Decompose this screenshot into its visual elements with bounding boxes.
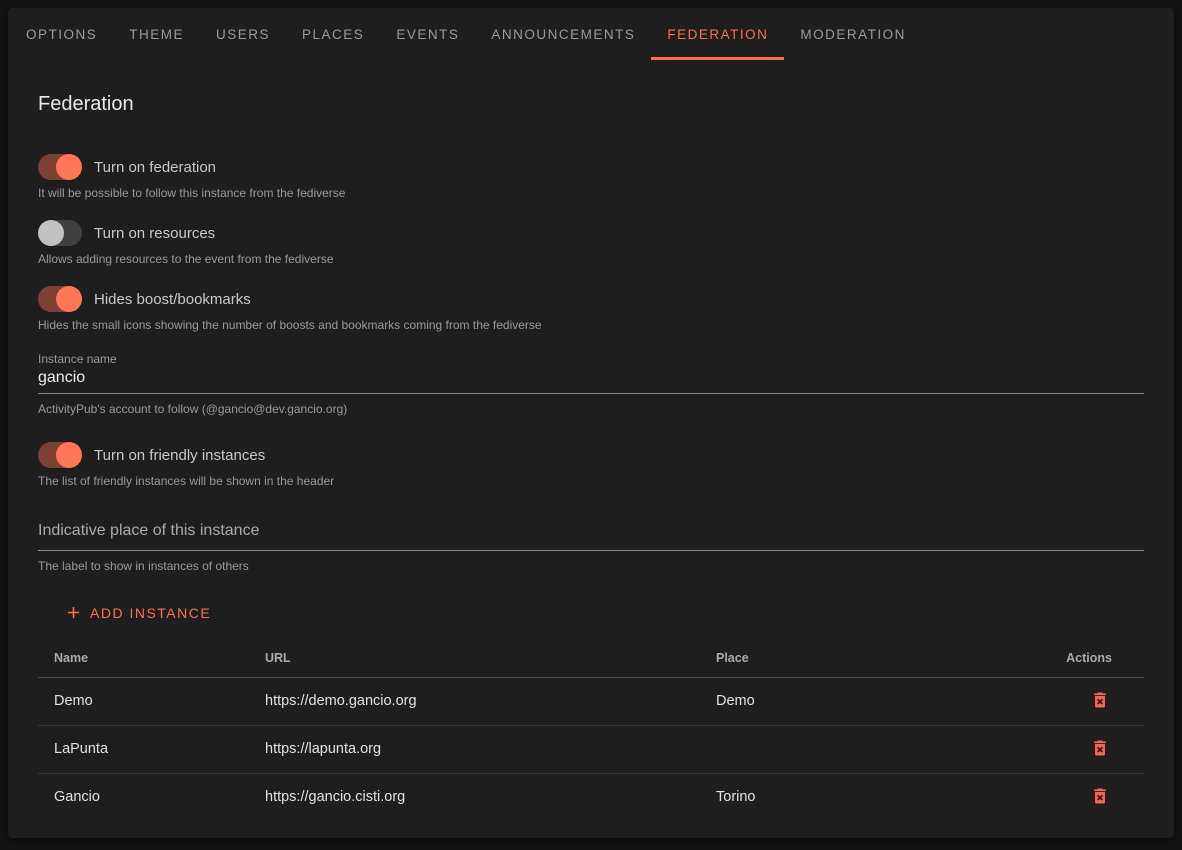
table-row: Demo https://demo.gancio.org Demo: [38, 677, 1144, 725]
boost-toggle-label: Hides boost/bookmarks: [94, 291, 251, 308]
delete-forever-icon: [1090, 698, 1110, 713]
instance-name-field: Instance name ActivityPub's account to f…: [38, 352, 1144, 416]
delete-instance-button[interactable]: [1088, 688, 1112, 712]
boost-toggle[interactable]: [38, 286, 82, 312]
instance-name-input[interactable]: [38, 366, 1144, 394]
instance-name-cell: LaPunta: [38, 725, 249, 773]
plus-icon: [64, 603, 83, 622]
add-instance-label: ADD INSTANCE: [90, 605, 211, 621]
toggle-thumb: [56, 286, 82, 312]
instance-place-cell: [700, 725, 1004, 773]
col-header-url: URL: [249, 639, 700, 677]
delete-instance-button[interactable]: [1088, 736, 1112, 760]
toggle-thumb: [38, 220, 64, 246]
instance-place-field: The label to show in instances of others: [38, 518, 1144, 573]
instance-name-cell: Demo: [38, 677, 249, 725]
delete-forever-icon: [1090, 794, 1110, 809]
resources-toggle[interactable]: [38, 220, 82, 246]
friendly-instances-toggle[interactable]: [38, 442, 82, 468]
page-title: Federation: [38, 90, 1144, 118]
friendly-toggle-hint: The list of friendly instances will be s…: [38, 474, 1144, 488]
col-header-actions: Actions: [1004, 639, 1144, 677]
instance-name-label: Instance name: [38, 352, 1144, 366]
friendly-toggle-label: Turn on friendly instances: [94, 447, 265, 464]
federation-toggle-label: Turn on federation: [94, 159, 216, 176]
instance-place-hint: The label to show in instances of others: [38, 559, 1144, 573]
instance-place-input[interactable]: [38, 518, 1144, 551]
resources-toggle-hint: Allows adding resources to the event fro…: [38, 252, 1144, 266]
delete-instance-button[interactable]: [1088, 784, 1112, 808]
instance-url-cell: https://lapunta.org: [249, 725, 700, 773]
tab-announcements[interactable]: ANNOUNCEMENTS: [475, 8, 651, 60]
delete-forever-icon: [1090, 746, 1110, 761]
add-instance-button[interactable]: ADD INSTANCE: [58, 599, 217, 626]
friendly-toggle-row: Turn on friendly instances: [38, 442, 1144, 468]
instance-place-cell: Torino: [700, 773, 1004, 821]
tab-options[interactable]: OPTIONS: [10, 8, 113, 60]
federation-toggle-hint: It will be possible to follow this insta…: [38, 186, 1144, 200]
instances-table: Name URL Place Actions Demo https://demo…: [38, 639, 1144, 821]
toggle-thumb: [56, 442, 82, 468]
toggle-thumb: [56, 154, 82, 180]
federation-toggle-row: Turn on federation: [38, 154, 1144, 180]
federation-toggle[interactable]: [38, 154, 82, 180]
instance-name-hint: ActivityPub's account to follow (@gancio…: [38, 402, 1144, 416]
boost-toggle-row: Hides boost/bookmarks: [38, 286, 1144, 312]
table-header-row: Name URL Place Actions: [38, 639, 1144, 677]
resources-toggle-row: Turn on resources: [38, 220, 1144, 246]
col-header-place: Place: [700, 639, 1004, 677]
tab-moderation[interactable]: MODERATION: [784, 8, 922, 60]
admin-panel-card: OPTIONS THEME USERS PLACES EVENTS ANNOUN…: [8, 8, 1174, 838]
tab-theme[interactable]: THEME: [113, 8, 200, 60]
resources-toggle-label: Turn on resources: [94, 225, 215, 242]
tab-federation[interactable]: FEDERATION: [651, 8, 784, 60]
col-header-name: Name: [38, 639, 249, 677]
table-row: LaPunta https://lapunta.org: [38, 725, 1144, 773]
boost-toggle-hint: Hides the small icons showing the number…: [38, 318, 1144, 332]
instance-url-cell: https://demo.gancio.org: [249, 677, 700, 725]
federation-settings-panel: Federation Turn on federation It will be…: [8, 90, 1174, 821]
table-row: Gancio https://gancio.cisti.org Torino: [38, 773, 1144, 821]
instance-url-cell: https://gancio.cisti.org: [249, 773, 700, 821]
admin-tab-bar: OPTIONS THEME USERS PLACES EVENTS ANNOUN…: [8, 8, 1174, 60]
tab-users[interactable]: USERS: [200, 8, 286, 60]
instance-name-cell: Gancio: [38, 773, 249, 821]
tab-events[interactable]: EVENTS: [380, 8, 475, 60]
tab-places[interactable]: PLACES: [286, 8, 380, 60]
instance-place-cell: Demo: [700, 677, 1004, 725]
